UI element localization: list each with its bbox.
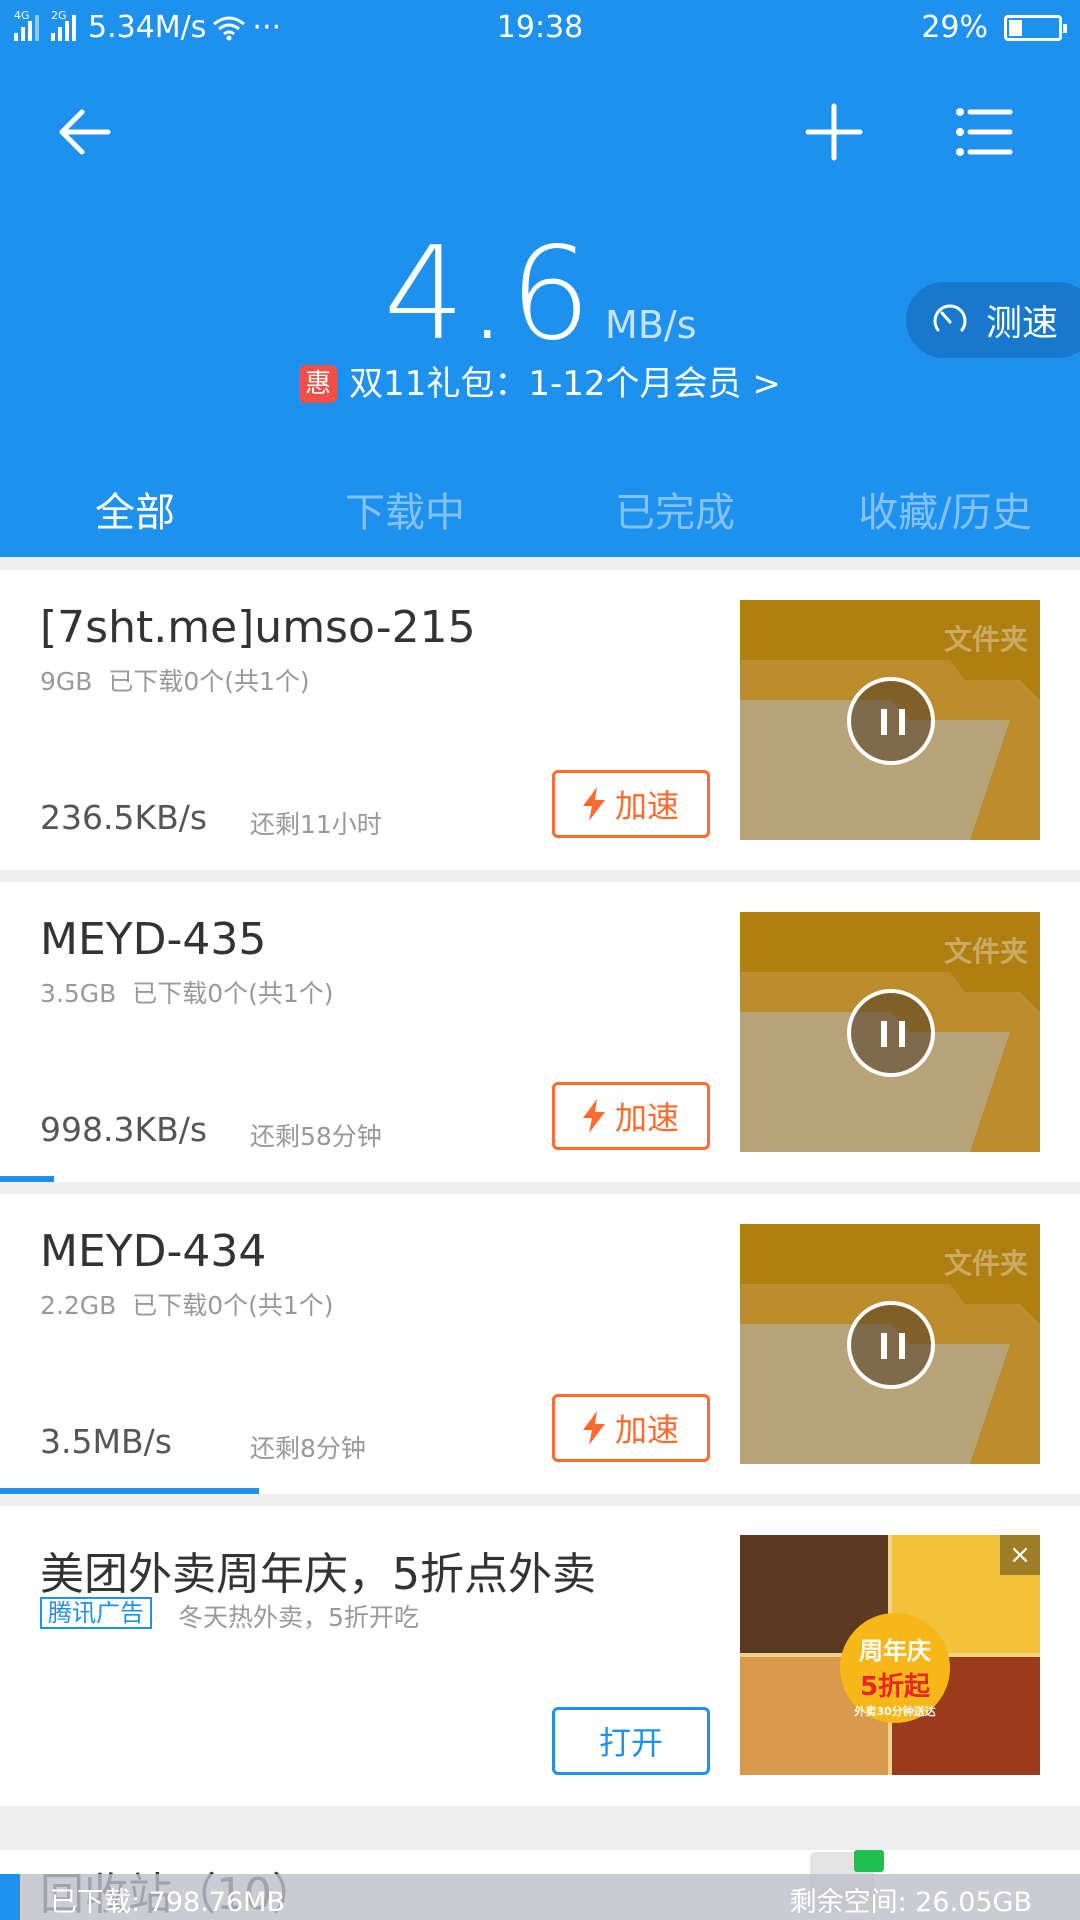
task-files: 已下载0个(共1个) (108, 667, 310, 696)
ad-badge: 周年庆 5折起 外卖30分钟送达 (840, 1613, 950, 1723)
clock: 19:38 (496, 10, 584, 45)
download-item[interactable]: [7sht.me]umso-215 9GB 已下载0个(共1个) 236.5KB… (0, 570, 1080, 870)
download-progress (0, 1488, 260, 1494)
folder-tag: 文件夹 (943, 935, 1028, 968)
task-files: 已下载0个(共1个) (132, 979, 334, 1008)
tab-all[interactable]: 全部 (0, 480, 270, 538)
add-task-icon[interactable] (802, 100, 866, 164)
lightning-icon (582, 787, 605, 821)
close-ad-icon[interactable]: × (1000, 1535, 1040, 1575)
speed-unit: MB/s (605, 303, 697, 347)
task-size: 9GB (40, 667, 93, 696)
ad-badge-line1: 周年庆 (859, 1637, 931, 1665)
ad-image[interactable]: 周年庆 5折起 外卖30分钟送达 × (740, 1535, 1040, 1775)
task-size: 2.2GB (40, 1291, 117, 1320)
task-eta: 还剩58分钟 (250, 1122, 382, 1151)
promo-link[interactable]: 惠双11礼包：1-12个月会员 > (0, 356, 1080, 405)
status-bar: 4G 2G 5.34M/s ··· 19:38 29% (0, 0, 1080, 60)
battery-icon (1004, 15, 1067, 41)
boost-button[interactable]: 加速 (552, 1394, 710, 1462)
ad-title: 美团外卖周年庆，5折点外卖 (40, 1549, 596, 1600)
task-speed: 998.3KB/s (40, 1110, 208, 1149)
lightning-icon (582, 1099, 605, 1133)
pause-icon[interactable] (847, 677, 935, 765)
task-eta: 还剩8分钟 (250, 1434, 366, 1463)
tab-downloading[interactable]: 下载中 (270, 480, 540, 538)
task-speed: 3.5MB/s (40, 1422, 172, 1461)
ad-badge-line2: 5折起 (859, 1672, 931, 1702)
task-size: 3.5GB (40, 979, 117, 1008)
pause-icon[interactable] (847, 989, 935, 1077)
boost-label: 加速 (614, 787, 679, 825)
boost-button[interactable]: 加速 (552, 770, 710, 838)
discount-badge: 惠 (299, 365, 338, 403)
folder-tag: 文件夹 (943, 623, 1028, 656)
back-arrow-icon[interactable] (52, 100, 116, 164)
lightning-icon (582, 1411, 605, 1445)
folder-tag: 文件夹 (943, 1247, 1028, 1280)
speedtest-button[interactable]: 测速 (906, 282, 1080, 358)
task-eta: 还剩11小时 (250, 810, 382, 839)
task-name: [7sht.me]umso-215 (40, 602, 476, 653)
task-meta: 3.5GB 已下载0个(共1个) (40, 974, 334, 1010)
folder-thumbnail[interactable]: 文件夹 (740, 600, 1040, 840)
ad-badge-line3: 外卖30分钟送达 (854, 1705, 936, 1718)
speedometer-icon (933, 304, 967, 332)
speed-value: 4.6 (383, 220, 594, 369)
storage-bar: 已下载: 798.76MB 剩余空间: 26.05GB (0, 1874, 1080, 1920)
folder-thumbnail[interactable]: 文件夹 (740, 912, 1040, 1152)
task-meta: 9GB 已下载0个(共1个) (40, 662, 310, 698)
boost-label: 加速 (614, 1099, 679, 1137)
ad-tag: 腾讯广告 (40, 1597, 152, 1629)
boost-label: 加速 (614, 1411, 679, 1449)
pause-icon[interactable] (847, 1301, 935, 1389)
tab-completed[interactable]: 已完成 (540, 480, 810, 538)
header-area: 4G 2G 5.34M/s ··· 19:38 29% 4.6 MB/s 惠 双… (0, 0, 1080, 557)
speedtest-label: 测速 (986, 303, 1059, 344)
tab-favorites-history[interactable]: 收藏/历史 (810, 480, 1080, 538)
downloaded-size: 已下载: 798.76MB (50, 1887, 285, 1918)
task-name: MEYD-434 (40, 1226, 267, 1277)
task-meta: 2.2GB 已下载0个(共1个) (40, 1286, 334, 1322)
free-space: 剩余空间: 26.05GB (789, 1887, 1032, 1918)
promo-text: 双11礼包：1-12个月会员 > (349, 364, 781, 404)
storage-indicator (0, 1874, 20, 1920)
download-item[interactable]: MEYD-434 2.2GB 已下载0个(共1个) 3.5MB/s 还剩8分钟 … (0, 1194, 1080, 1494)
tab-bar: 全部 下载中 已完成 收藏/历史 (0, 480, 1080, 538)
ad-subtitle: 冬天热外卖，5折开吃 (178, 1603, 419, 1632)
boost-button[interactable]: 加速 (552, 1082, 710, 1150)
menu-list-icon[interactable] (952, 100, 1016, 164)
download-progress (0, 1176, 54, 1182)
task-name: MEYD-435 (40, 914, 267, 965)
task-files: 已下载0个(共1个) (132, 1291, 334, 1320)
task-speed: 236.5KB/s (40, 798, 208, 837)
download-item[interactable]: MEYD-435 3.5GB 已下载0个(共1个) 998.3KB/s 还剩58… (0, 882, 1080, 1182)
folder-thumbnail[interactable]: 文件夹 (740, 1224, 1040, 1464)
battery-percent: 29% (921, 10, 988, 45)
open-ad-button[interactable]: 打开 (552, 1707, 710, 1775)
